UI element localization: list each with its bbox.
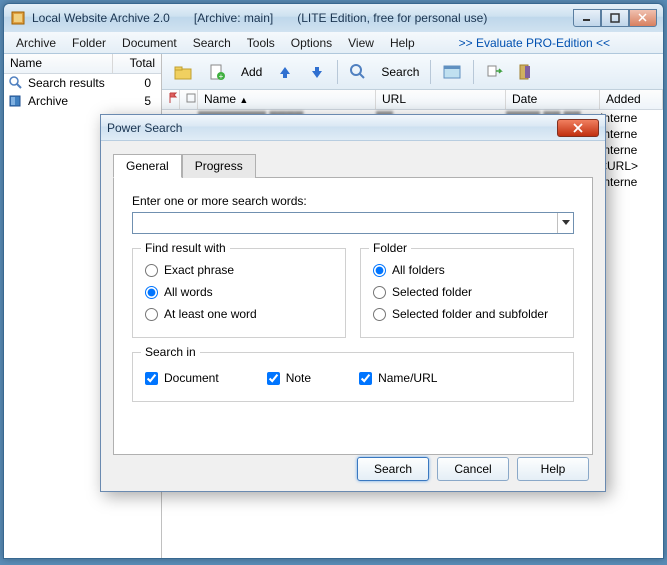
dialog-close-button[interactable] [557, 119, 599, 137]
tab-progress[interactable]: Progress [182, 154, 256, 178]
folder-group: Folder All folders Selected folder Selec… [360, 248, 574, 338]
dialog-title: Power Search [107, 121, 182, 135]
check-document[interactable]: Document [145, 367, 219, 389]
menu-view[interactable]: View [340, 34, 382, 52]
radio-all-words[interactable]: All words [145, 281, 333, 303]
search-label: Search [381, 65, 419, 79]
minimize-button[interactable] [573, 9, 601, 27]
radio-all-folders[interactable]: All folders [373, 259, 561, 281]
sidebar-item-count: 5 [117, 94, 157, 108]
search-in-group: Search in Document Note Name/URL [132, 352, 574, 402]
menu-archive[interactable]: Archive [8, 34, 64, 52]
menu-folder[interactable]: Folder [64, 34, 114, 52]
up-button[interactable] [271, 58, 299, 86]
col-name[interactable]: Name ▲ [198, 90, 376, 109]
evaluate-link[interactable]: >> Evaluate PRO-Edition << [451, 34, 618, 52]
window-edition: (LITE Edition, free for personal use) [297, 11, 487, 25]
find-result-group: Find result with Exact phrase All words … [132, 248, 346, 338]
col-added[interactable]: Added [600, 90, 663, 109]
menu-tools[interactable]: Tools [239, 34, 283, 52]
sidebar-col-name[interactable]: Name [4, 54, 113, 73]
col-star[interactable] [180, 90, 198, 109]
main-window: Local Website Archive 2.0 [Archive: main… [3, 3, 664, 559]
search-words-combo[interactable] [132, 212, 574, 234]
dialog-titlebar[interactable]: Power Search [101, 115, 605, 141]
menu-help[interactable]: Help [382, 34, 423, 52]
col-url[interactable]: URL [376, 90, 506, 109]
search-icon-button[interactable] [344, 58, 372, 86]
list-header: Name ▲ URL Date Added [162, 90, 663, 110]
check-name-url[interactable]: Name/URL [359, 367, 437, 389]
titlebar[interactable]: Local Website Archive 2.0 [Archive: main… [4, 4, 663, 32]
combo-dropdown-arrow[interactable] [557, 213, 573, 233]
folder-group-title: Folder [369, 241, 411, 255]
col-flag[interactable] [162, 90, 180, 109]
sidebar-item-archive[interactable]: Archive 5 [4, 92, 161, 110]
browser-button[interactable] [437, 58, 467, 86]
radio-exact-phrase[interactable]: Exact phrase [145, 259, 333, 281]
radio-selected-subfolder[interactable]: Selected folder and subfolder [373, 303, 561, 325]
maximize-button[interactable] [601, 9, 629, 27]
toolbar: + Add Search [162, 54, 663, 90]
add-button[interactable]: Add [236, 58, 267, 86]
search-words-input[interactable] [133, 216, 557, 230]
sidebar-item-count: 0 [117, 76, 157, 90]
magnifier-icon [8, 75, 24, 91]
svg-text:+: + [219, 72, 224, 81]
radio-at-least-one[interactable]: At least one word [145, 303, 333, 325]
window-archive-tag: [Archive: main] [194, 11, 273, 25]
tab-panel-general: Enter one or more search words: Find res… [113, 177, 593, 455]
exit-button[interactable] [512, 58, 540, 86]
menu-options[interactable]: Options [283, 34, 340, 52]
search-words-label: Enter one or more search words: [132, 194, 574, 208]
close-button[interactable] [629, 9, 657, 27]
sidebar-item-label: Archive [28, 94, 117, 108]
radio-selected-folder[interactable]: Selected folder [373, 281, 561, 303]
sidebar-item-label: Search results [28, 76, 117, 90]
add-label: Add [241, 65, 262, 79]
dialog-cancel-button[interactable]: Cancel [437, 457, 509, 481]
check-note[interactable]: Note [267, 367, 311, 389]
col-date[interactable]: Date [506, 90, 600, 109]
sidebar-col-total[interactable]: Total [113, 54, 161, 73]
find-result-title: Find result with [141, 241, 230, 255]
sidebar-item-search-results[interactable]: Search results 0 [4, 74, 161, 92]
tab-general[interactable]: General [113, 154, 182, 178]
dialog-help-button[interactable]: Help [517, 457, 589, 481]
dialog-search-button[interactable]: Search [357, 457, 429, 481]
folder-button[interactable] [168, 58, 198, 86]
menubar: Archive Folder Document Search Tools Opt… [4, 32, 663, 54]
new-doc-button[interactable]: + [202, 58, 232, 86]
down-button[interactable] [303, 58, 331, 86]
window-title: Local Website Archive 2.0 [32, 11, 170, 25]
search-in-title: Search in [141, 345, 200, 359]
power-search-dialog: Power Search General Progress Enter one … [100, 114, 606, 492]
menu-search[interactable]: Search [185, 34, 239, 52]
export-button[interactable] [480, 58, 508, 86]
app-icon [10, 10, 26, 26]
menu-document[interactable]: Document [114, 34, 185, 52]
book-icon [8, 93, 24, 109]
search-button[interactable]: Search [376, 58, 424, 86]
